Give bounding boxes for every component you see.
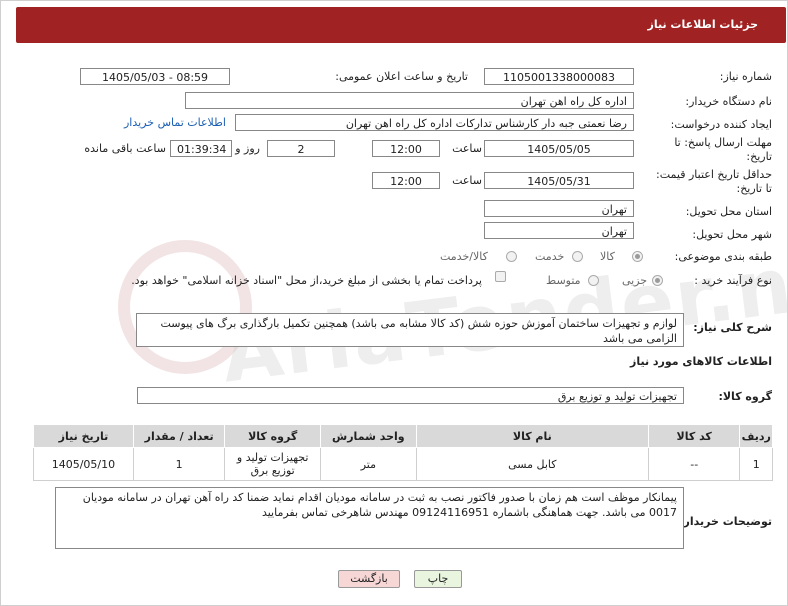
print-button[interactable]: چاپ [414, 570, 462, 588]
goods-section-title: اطلاعات کالاهای مورد نیاز [630, 355, 772, 368]
days-field: 2 [267, 140, 335, 157]
col-code: کد کالا [647, 424, 741, 448]
process-label: نوع فرآیند خرید : [694, 274, 772, 287]
category-radio-goods[interactable] [632, 251, 643, 262]
creator-label: ایجاد کننده درخواست: [670, 118, 772, 131]
cell-code: -- [647, 447, 741, 481]
category-option-goods: کالا [600, 250, 615, 263]
goods-table-header: ردیف کد کالا نام کالا واحد شمارش گروه کا… [33, 424, 773, 448]
col-group: گروه کالا [224, 424, 321, 448]
back-button[interactable]: بازگشت [338, 570, 400, 588]
buyer-contact-link[interactable]: اطلاعات تماس خریدار [124, 116, 226, 129]
col-unit: واحد شمارش [320, 424, 417, 448]
price-validity-label-2: تا تاریخ: [736, 182, 772, 195]
reply-deadline-label: مهلت ارسال پاسخ: تا [674, 136, 772, 149]
need-number-field: 1105001338000083 [484, 68, 634, 85]
buyer-notes-label: توضیحات خریدار: [679, 515, 772, 528]
remaining-time-field: 01:39:34 [170, 140, 232, 157]
process-option-medium: متوسط [546, 274, 581, 287]
goods-group-label: گروه کالا: [718, 390, 772, 403]
col-row: ردیف [739, 424, 773, 448]
buyer-org-field: اداره کل راه اهن تهران [185, 92, 634, 109]
creator-field: رضا نعمتی جبه دار کارشناس تدارکات اداره … [235, 114, 634, 131]
cell-date: 1405/05/10 [33, 447, 134, 481]
col-qty: تعداد / مقدار [132, 424, 226, 448]
cell-qty: 1 [132, 447, 226, 481]
process-option-minor: جزیی [622, 274, 648, 287]
col-date: تاریخ نیاز [33, 424, 134, 448]
cell-unit: متر [320, 447, 417, 481]
buyer-notes-textarea: پیمانکار موظف است هم زمان با صدور فاکتور… [55, 487, 684, 549]
payment-note: پرداخت تمام یا بخشی از مبلغ خرید،از محل … [131, 274, 482, 287]
remaining-label: ساعت باقی مانده [84, 142, 166, 155]
province-field: تهران [484, 200, 634, 217]
page-header: جزئیات اطلاعات نیاز [16, 7, 786, 43]
city-field: تهران [484, 222, 634, 239]
province-label: استان محل تحویل: [685, 205, 772, 218]
days-label: روز و [235, 142, 260, 155]
announce-field: 1405/05/03 - 08:59 [80, 68, 230, 85]
category-option-service: خدمت [535, 250, 565, 263]
reply-time-field: 12:00 [372, 140, 440, 157]
process-radio-minor[interactable] [652, 275, 663, 286]
price-date-field: 1405/05/31 [484, 172, 634, 189]
reply-time-label: ساعت [452, 142, 482, 155]
reply-deadline-label-2: تاریخ: [746, 150, 772, 163]
category-radio-service[interactable] [572, 251, 583, 262]
payment-checkbox[interactable] [495, 271, 506, 282]
buyer-org-label: نام دستگاه خریدار: [685, 95, 772, 108]
goods-table: ردیف کد کالا نام کالا واحد شمارش گروه کا… [33, 424, 773, 481]
cell-row: 1 [739, 447, 773, 481]
need-number-label: شماره نیاز: [719, 70, 772, 83]
goods-group-field: تجهیزات تولید و توزیع برق [137, 387, 684, 404]
announce-label: تاریخ و ساعت اعلان عمومی: [335, 70, 468, 83]
description-label: شرح کلی نیاز: [693, 321, 772, 334]
category-radio-both[interactable] [506, 251, 517, 262]
price-time-field: 12:00 [372, 172, 440, 189]
description-textarea: لوازم و تجهیزات ساختمان آموزش حوزه شش (ک… [136, 313, 684, 347]
category-option-both: کالا/خدمت [440, 250, 488, 263]
reply-date-field: 1405/05/05 [484, 140, 634, 157]
cell-name: کابل مسی [415, 447, 649, 481]
category-label: طبقه بندی موضوعی: [674, 250, 772, 263]
city-label: شهر محل تحویل: [692, 228, 772, 241]
table-row: 1 -- کابل مسی متر تجهیزات تولید و توزیع … [33, 447, 773, 481]
price-time-label: ساعت [452, 174, 482, 187]
cell-group: تجهیزات تولید و توزیع برق [224, 447, 321, 481]
col-name: نام کالا [415, 424, 649, 448]
page-title: جزئیات اطلاعات نیاز [647, 18, 759, 31]
price-validity-label: حداقل تاریخ اعتبار قیمت: [656, 168, 772, 181]
process-radio-medium[interactable] [588, 275, 599, 286]
